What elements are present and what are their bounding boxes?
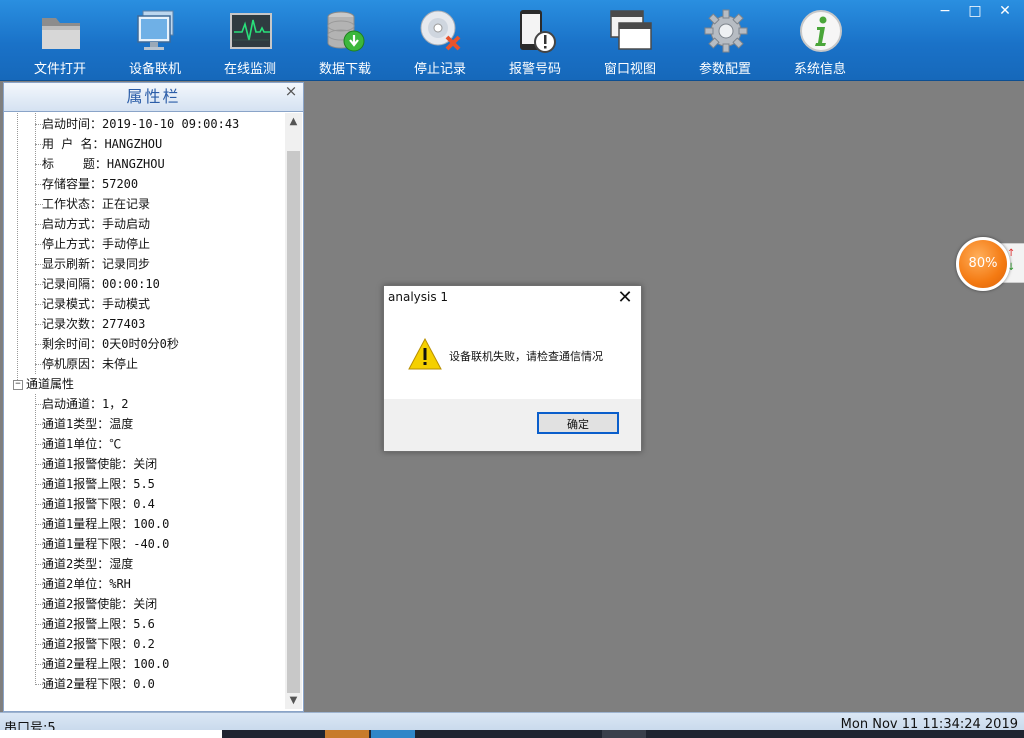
property-panel: 属性栏 × 启动时间：2019-10-10 09:00:43 用 户 名：HAN… <box>3 82 304 712</box>
tree-guide-line <box>35 394 36 685</box>
property-row[interactable]: 记录间隔：00:00:10 <box>42 274 160 294</box>
panel-close-button[interactable]: × <box>283 83 299 99</box>
online-monitor-button[interactable]: 在线监测 <box>205 4 295 77</box>
property-row[interactable]: 通道2报警使能：关闭 <box>42 594 157 614</box>
property-tree: 启动时间：2019-10-10 09:00:43 用 户 名：HANGZHOU … <box>4 113 284 709</box>
tree-group-label[interactable]: 通道属性 <box>26 374 74 394</box>
taskbar-search-area[interactable] <box>0 730 222 738</box>
param-config-button[interactable]: 参数配置 <box>680 4 770 77</box>
serial-port-status: 串口号:5 <box>4 721 56 731</box>
property-row[interactable]: 工作状态：正在记录 <box>42 194 150 214</box>
property-row[interactable]: 通道1报警下限：0.4 <box>42 494 155 514</box>
scrollbar-thumb[interactable] <box>287 151 300 693</box>
alarm-number-button[interactable]: 报警号码 <box>490 4 580 77</box>
property-row[interactable]: 启动方式：手动启动 <box>42 214 150 234</box>
property-row[interactable]: 通道1量程上限：100.0 <box>42 514 169 534</box>
property-row[interactable]: 通道1报警使能：关闭 <box>42 454 157 474</box>
ecg-monitor-icon <box>230 13 272 49</box>
toolbar-label: 数据下载 <box>318 62 371 77</box>
property-row[interactable]: 通道2量程下限：0.0 <box>42 674 155 694</box>
system-info-button[interactable]: 系统信息 <box>775 4 865 77</box>
taskbar-app[interactable] <box>371 730 415 738</box>
ok-button[interactable]: 确定 <box>537 412 619 434</box>
property-row[interactable]: 记录次数：277403 <box>42 314 145 334</box>
maximize-button[interactable]: □ <box>964 2 986 20</box>
toolbar-label: 设备联机 <box>128 62 181 77</box>
property-row[interactable]: 启动通道：1，2 <box>42 394 128 414</box>
windows-icon <box>610 10 652 50</box>
property-row[interactable]: 记录模式：手动模式 <box>42 294 150 314</box>
property-row[interactable]: 启动时间：2019-10-10 09:00:43 <box>42 114 239 134</box>
toolbar-label: 报警号码 <box>508 62 561 77</box>
property-row[interactable]: 通道1单位：℃ <box>42 434 121 454</box>
panel-title: 属性栏 <box>4 83 303 112</box>
property-row[interactable]: 通道1量程下限：-40.0 <box>42 534 169 554</box>
collapse-icon[interactable]: − <box>13 380 23 390</box>
property-row[interactable]: 停止方式：手动停止 <box>42 234 150 254</box>
scroll-up-icon[interactable]: ▲ <box>285 113 302 130</box>
property-row[interactable]: 通道2类型：湿度 <box>42 554 133 574</box>
toolbar-label: 窗口视图 <box>603 62 656 77</box>
gear-icon <box>704 9 748 53</box>
toolbar-label: 系统信息 <box>793 62 846 77</box>
folder-icon <box>42 18 80 49</box>
file-open-button[interactable]: 文件打开 <box>15 4 105 77</box>
toolbar-label: 参数配置 <box>698 62 751 77</box>
property-row[interactable]: 剩余时间：0天0时0分0秒 <box>42 334 179 354</box>
usage-widget[interactable]: 80% <box>956 237 1010 291</box>
status-bar: 串口号:5 Mon Nov 11 11:34:24 2019 <box>0 712 1024 731</box>
property-row[interactable]: 停机原因：未停止 <box>42 354 138 374</box>
warning-icon <box>408 338 442 370</box>
dialog-close-button[interactable]: ✕ <box>615 288 635 308</box>
monitor-icon <box>137 10 174 50</box>
dialog-footer: 确定 <box>384 399 641 451</box>
property-row[interactable]: 用 户 名：HANGZHOU <box>42 134 162 154</box>
data-download-button[interactable]: 数据下载 <box>300 4 390 77</box>
info-icon <box>800 10 842 52</box>
taskbar-app[interactable] <box>602 730 646 738</box>
property-row[interactable]: 通道1报警上限：5.5 <box>42 474 155 494</box>
property-row[interactable]: 通道2量程上限：100.0 <box>42 654 169 674</box>
datetime-status: Mon Nov 11 11:34:24 2019 <box>840 717 1018 731</box>
vertical-scrollbar[interactable]: ▲ ▼ <box>285 113 302 709</box>
property-row[interactable]: 通道2单位：%RH <box>42 574 131 594</box>
error-dialog: analysis 1 ✕ 设备联机失败，请检查通信情况 确定 <box>383 285 642 452</box>
database-download-icon <box>327 11 365 52</box>
toolbar-label: 在线监测 <box>223 62 276 77</box>
property-row[interactable]: 标 题：HANGZHOU <box>42 154 165 174</box>
dialog-message: 设备联机失败，请检查通信情况 <box>449 350 603 363</box>
window-view-button[interactable]: 窗口视图 <box>585 4 675 77</box>
stop-record-button[interactable]: 停止记录 <box>395 4 485 77</box>
property-row[interactable]: 通道2报警上限：5.6 <box>42 614 155 634</box>
close-window-button[interactable]: ✕ <box>994 2 1016 20</box>
property-row[interactable]: 通道2报警下限：0.2 <box>42 634 155 654</box>
toolbar-label: 停止记录 <box>413 62 466 77</box>
taskbar-app[interactable] <box>325 730 369 738</box>
device-connect-button[interactable]: 设备联机 <box>110 4 200 77</box>
minimize-button[interactable]: − <box>934 2 956 20</box>
phone-alert-icon <box>520 10 556 53</box>
property-row[interactable]: 通道1类型：温度 <box>42 414 133 434</box>
tree-guide-line <box>17 113 18 384</box>
scroll-down-icon[interactable]: ▼ <box>285 692 302 709</box>
property-row[interactable]: 显示刷新：记录同步 <box>42 254 150 274</box>
property-row[interactable]: 存储容量：57200 <box>42 174 138 194</box>
dialog-title: analysis 1 <box>388 290 449 304</box>
main-toolbar: 文件打开 设备联机 在线监测 数据下载 停止记录 报警号码 窗口视图 参数配置 … <box>0 0 1024 81</box>
toolbar-label: 文件打开 <box>33 62 86 77</box>
os-taskbar <box>0 730 1024 738</box>
disc-stop-icon <box>420 10 461 51</box>
